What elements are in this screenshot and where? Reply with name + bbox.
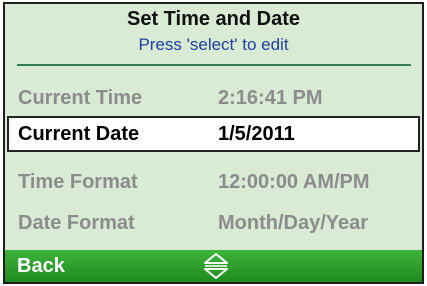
back-button[interactable]: Back bbox=[17, 255, 65, 278]
setting-value: Month/Day/Year bbox=[218, 212, 369, 234]
setting-label: Current Date bbox=[18, 123, 140, 145]
setting-label: Current Time bbox=[18, 87, 143, 109]
setting-label: Date Format bbox=[18, 212, 135, 234]
up-down-arrows-icon bbox=[204, 253, 228, 279]
setting-value: 12:00:00 AM/PM bbox=[218, 171, 370, 193]
setting-value: 1/5/2011 bbox=[218, 123, 295, 145]
instruction-text: Press 'select' to edit bbox=[138, 35, 289, 54]
setting-row-date-format[interactable]: Date Format Month/Day/Year bbox=[7, 205, 420, 241]
settings-screen: Set Time and Date Press 'select' to edit… bbox=[3, 2, 424, 284]
page-title: Set Time and Date bbox=[126, 8, 301, 30]
setting-value: 2:16:41 PM bbox=[218, 87, 323, 109]
setting-row-time-format[interactable]: Time Format 12:00:00 AM/PM bbox=[7, 164, 420, 200]
softkey-bar: Back bbox=[5, 250, 422, 282]
setting-row-current-time[interactable]: Current Time 2:16:41 PM bbox=[7, 80, 420, 116]
header-divider bbox=[17, 64, 411, 66]
setting-row-current-date[interactable]: Current Date 1/5/2011 bbox=[7, 116, 420, 152]
setting-label: Time Format bbox=[18, 171, 138, 193]
